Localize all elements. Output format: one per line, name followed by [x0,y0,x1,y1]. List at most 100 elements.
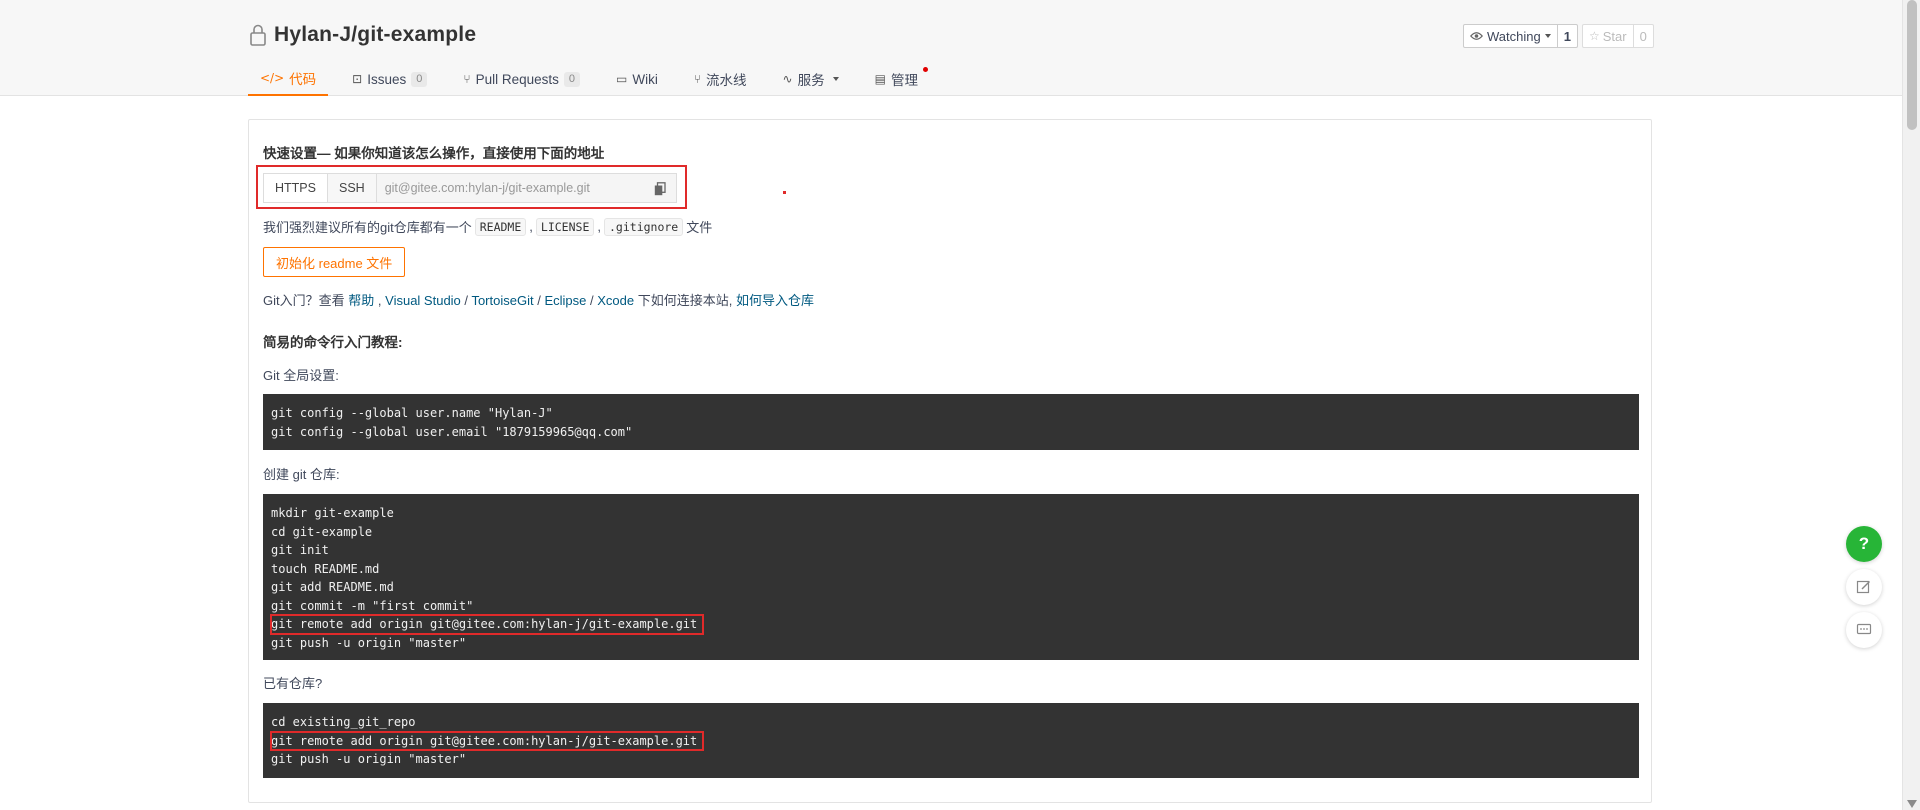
readme-tag: README [474,217,527,236]
import-repo-link[interactable]: 如何导入仓库 [736,293,814,308]
pipeline-icon: ⑂ [693,72,702,86]
tab-code[interactable]: </> 代码 [248,62,329,96]
clone-url-group: HTTPS SSH git@gitee.com:hylan-j/git-exam… [263,173,677,203]
create-repo-code: mkdir git-example cd git-example git ini… [263,494,1639,660]
xcode-link[interactable]: Xcode [597,293,634,308]
quick-setup-title: 快速设置— 如果你知道该怎么操作，直接使用下面的地址 [263,146,605,161]
separator: / [537,293,541,308]
scroll-down-arrow-icon[interactable] [1907,800,1917,808]
edit-icon [1856,580,1870,594]
eye-icon [1470,32,1483,40]
tab-label: 流水线 [706,73,747,88]
quick-setup-panel: 快速设置— 如果你知道该怎么操作，直接使用下面的地址 HTTPS SSH git… [248,119,1652,803]
repo-title[interactable]: Hylan-J/git-example [274,23,476,47]
issues-count-badge: 0 [411,71,428,87]
tab-label: 管理 [890,73,918,88]
license-tag: LICENSE [535,217,595,236]
vertical-scrollbar[interactable] [1902,0,1920,810]
watch-button[interactable]: Watching [1463,24,1558,48]
feedback-button[interactable] [1846,569,1882,605]
clone-url-text: git@gitee.com:hylan-j/git-example.git [384,181,590,195]
existing-repo-code: cd existing_git_repo git remote add orig… [263,703,1639,778]
init-readme-button[interactable]: 初始化 readme 文件 [263,247,406,277]
tab-pull-requests[interactable]: ⑂ Pull Requests 0 [451,62,592,96]
separator: , [377,293,382,308]
scrollbar-thumb[interactable] [1907,0,1917,130]
manage-icon: ▤ [874,72,886,86]
clone-url-input[interactable]: git@gitee.com:hylan-j/git-example.git [376,173,677,203]
tab-pipeline[interactable]: ⑂ 流水线 [682,62,759,96]
code-icon: </> [260,71,285,85]
git-intro-prefix: Git入门？查看 [263,293,345,308]
notification-dot [922,67,928,72]
tortoisegit-link[interactable]: TortoiseGit [471,293,533,308]
tab-label: 代码 [289,72,317,87]
tab-wiki[interactable]: ▭ Wiki [604,62,670,96]
tab-manage[interactable]: ▤ 管理 [863,62,930,96]
tab-label: Issues [367,71,407,87]
remote-add-highlighted-line: git remote add origin git@gitee.com:hyla… [269,614,705,635]
git-intro-middle: 下如何连接本站, [637,293,733,308]
tab-services[interactable]: ∿ 服务 [771,62,851,96]
global-settings-code: git config --global user.name "Hylan-J" … [263,394,1639,450]
highlighted-line-wrap: git remote add origin git@gitee.com:hyla… [269,614,1631,635]
copy-icon[interactable] [654,182,666,196]
eclipse-link[interactable]: Eclipse [544,293,586,308]
gitignore-tag: .gitignore [604,217,684,236]
code-line: git push -u origin "master" [271,635,467,650]
issues-icon: ⊡ [352,72,363,86]
watch-group: Watching 1 [1463,24,1578,48]
star-label: Star [1602,28,1627,44]
pull-request-icon: ⑂ [463,72,471,86]
code-line: git config --global user.email "18791599… [271,424,633,439]
code-line: cd git-example [271,524,373,539]
code-line: git config --global user.name "Hylan-J" [271,406,553,420]
separator: / [464,293,469,308]
code-line: git add README.md [271,580,394,594]
lock-icon [250,24,266,46]
recommend-suffix: 文件 [686,220,713,235]
visual-studio-link[interactable]: Visual Studio [385,293,461,308]
code-line: git push -u origin "master" [271,752,467,766]
existing-repo-label: 已有仓库? [263,676,323,691]
code-line: touch README.md [271,561,380,576]
pull-requests-count-badge: 0 [563,71,580,87]
help-button[interactable]: ? [1846,526,1882,562]
create-repo-label: 创建 git 仓库: [263,467,340,482]
global-settings-label: Git 全局设置: [263,368,339,383]
git-intro-text: Git入门？查看 帮助 , Visual Studio / TortoiseGi… [263,290,814,309]
watch-label: Watching [1487,28,1541,44]
annotation-dot [783,191,786,194]
chat-button[interactable] [1846,612,1882,648]
ssh-button[interactable]: SSH [327,173,377,203]
repo-header: Hylan-J/git-example Watching 1 ☆ Star 0 … [0,0,1902,96]
wiki-icon: ▭ [616,72,628,86]
star-icon: ☆ [1589,29,1600,43]
tab-label: 服务 [797,73,825,88]
star-count[interactable]: 0 [1633,24,1654,48]
watch-count[interactable]: 1 [1557,24,1578,48]
star-button[interactable]: ☆ Star [1582,24,1634,48]
tab-label: Wiki [632,71,658,87]
repo-tabs: </> 代码 ⊡ Issues 0 ⑂ Pull Requests 0 ▭ Wi… [248,62,930,96]
tutorial-title: 简易的命令行入门教程: [263,335,403,350]
services-icon: ∿ [782,72,793,86]
code-line: mkdir git-example [271,506,394,520]
code-line: git commit -m "first commit" [271,598,474,613]
repo-title-bar: Hylan-J/git-example [248,22,476,48]
code-line: git init [271,543,329,557]
help-link[interactable]: 帮助 [348,293,374,308]
recommend-prefix: 我们强烈建议所有的git仓库都有一个 [263,220,472,235]
code-line: cd existing_git_repo [271,715,416,729]
tab-issues[interactable]: ⊡ Issues 0 [340,62,439,96]
tab-label: Pull Requests [475,71,559,87]
remote-add-highlighted-line: git remote add origin git@gitee.com:hyla… [269,730,705,751]
separator: / [590,293,594,308]
star-group: ☆ Star 0 [1582,24,1654,48]
separator: , [597,219,601,234]
https-button[interactable]: HTTPS [263,173,328,203]
separator: , [529,219,533,234]
chevron-down-icon [1544,34,1551,38]
chevron-down-icon [832,77,839,81]
recommend-text: 我们强烈建议所有的git仓库都有一个 README , LICENSE , .g… [263,217,712,236]
